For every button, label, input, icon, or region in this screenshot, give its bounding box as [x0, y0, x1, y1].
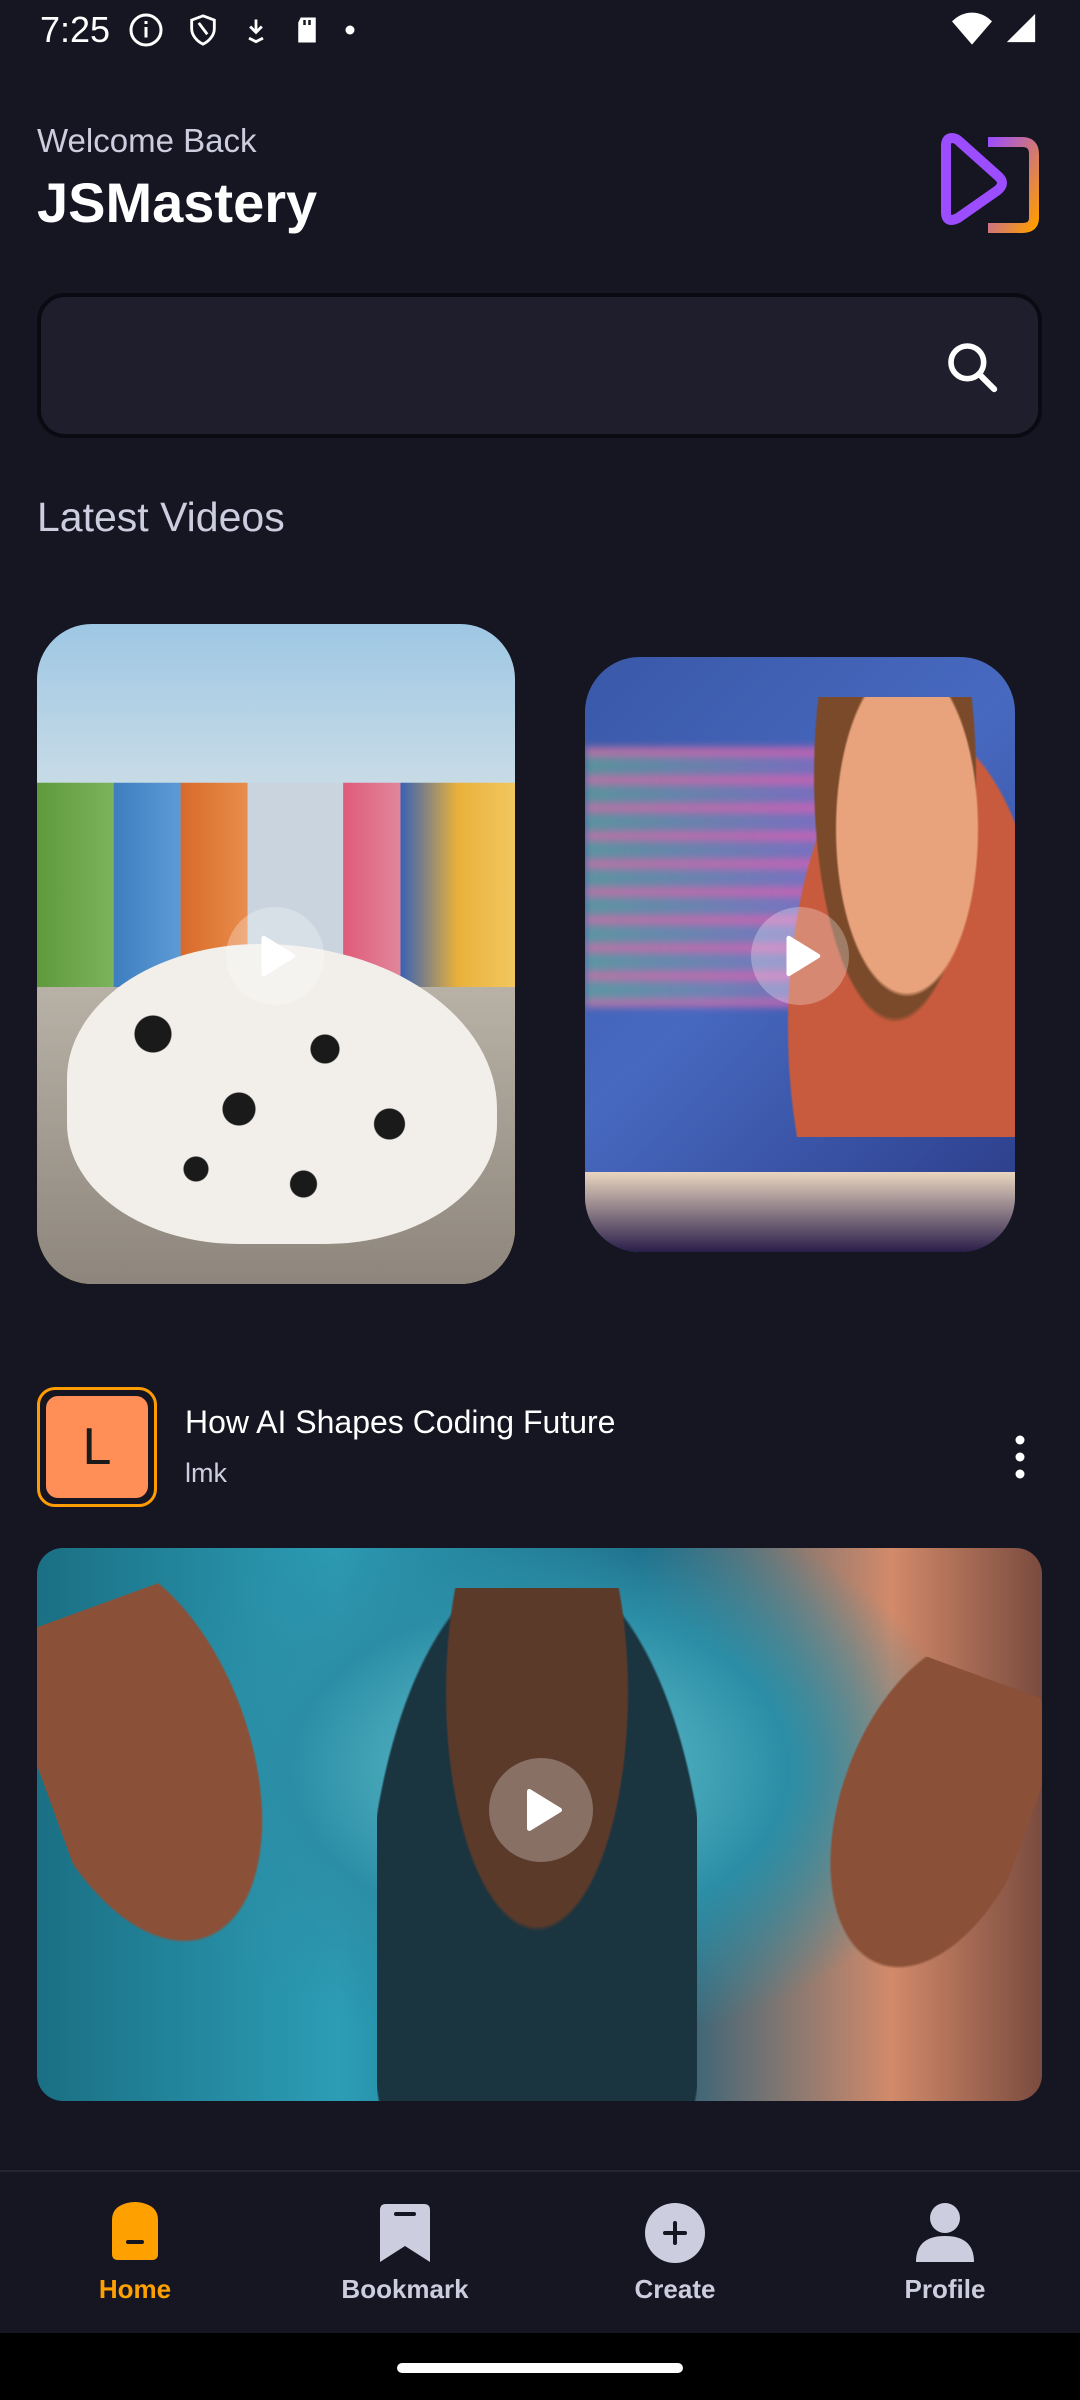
tab-bookmark[interactable]: Bookmark	[270, 2172, 540, 2333]
more-options-icon[interactable]	[1010, 1432, 1030, 1482]
tab-profile-label: Profile	[904, 2274, 986, 2304]
search-input[interactable]	[71, 327, 931, 407]
sd-card-icon	[298, 17, 316, 43]
status-time: 7:25	[40, 9, 111, 50]
plus-circle-icon	[645, 2203, 705, 2263]
tab-bookmark-label: Bookmark	[341, 2274, 469, 2304]
avatar-letter: L	[46, 1396, 148, 1498]
search-bar[interactable]	[37, 293, 1042, 438]
vr-person-left-arm	[37, 1557, 372, 2039]
gesture-handle[interactable]	[397, 2363, 683, 2373]
logo-icon	[941, 133, 1039, 233]
tab-profile[interactable]: Profile	[810, 2172, 1080, 2333]
latest-videos-title: Latest Videos	[37, 494, 285, 540]
status-icons-right	[952, 10, 1038, 46]
creator-avatar[interactable]: L	[37, 1387, 157, 1507]
home-icon	[112, 2202, 158, 2260]
profile-icon	[916, 2203, 974, 2262]
info-icon	[129, 13, 163, 47]
bookmark-icon	[380, 2204, 430, 2262]
search-icon[interactable]	[944, 339, 1000, 395]
play-icon[interactable]	[489, 1758, 593, 1862]
play-icon[interactable]	[226, 907, 324, 1005]
play-icon[interactable]	[751, 907, 849, 1005]
tab-create-label: Create	[634, 2274, 716, 2304]
video-thumbnail[interactable]	[37, 1548, 1042, 2101]
tab-create[interactable]: Create	[540, 2172, 810, 2333]
desk-shape	[585, 1172, 1015, 1252]
download-icon	[248, 19, 264, 44]
status-bar: 7:25	[0, 0, 1080, 60]
dot-icon	[345, 25, 355, 35]
vr-person-right-arm	[723, 1630, 1042, 2066]
status-icons-left	[128, 12, 356, 48]
wifi-icon	[952, 12, 992, 45]
tab-home[interactable]: Home	[0, 2172, 270, 2333]
video-creator: lmk	[185, 1458, 227, 1488]
tab-home-label: Home	[98, 2274, 172, 2304]
shield-icon	[190, 14, 216, 46]
video-title: How AI Shapes Coding Future	[185, 1404, 616, 1440]
username-title: JSMastery	[37, 171, 318, 234]
welcome-text: Welcome Back	[37, 122, 257, 159]
signal-icon	[1006, 13, 1036, 43]
trending-video-card[interactable]	[585, 657, 1015, 1252]
trending-video-card[interactable]	[37, 624, 515, 1284]
bottom-tab-bar: Home Bookmark Create Profile	[0, 2170, 1080, 2333]
